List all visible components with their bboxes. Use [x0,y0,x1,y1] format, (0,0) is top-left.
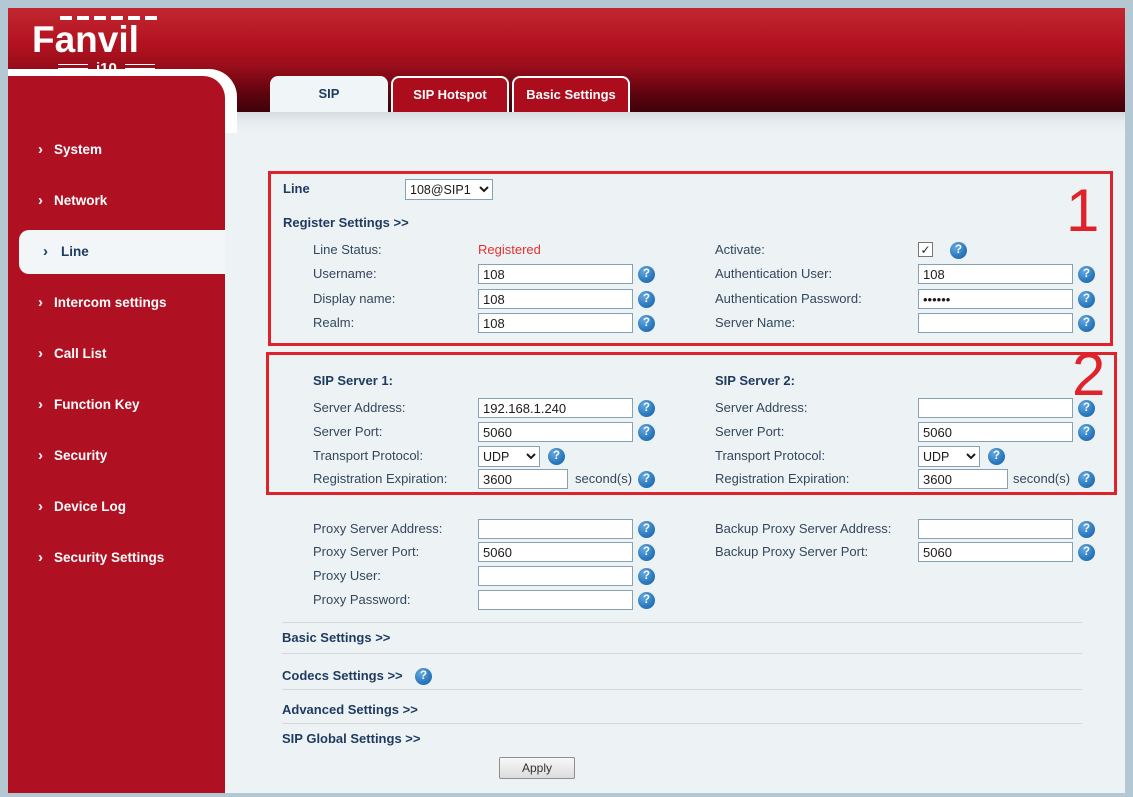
advanced-settings-section-title[interactable]: Advanced Settings >> [282,699,418,721]
section-divider [282,723,1082,724]
sidebar-item-security-settings[interactable]: › Security Settings [8,536,225,580]
sidebar-item-device-log[interactable]: › Device Log [8,485,225,529]
sip-global-settings-section-title[interactable]: SIP Global Settings >> [282,728,420,750]
help-icon[interactable]: ? [1078,544,1095,561]
section-divider [282,653,1082,654]
sidebar-item-line[interactable]: › Line [19,230,225,274]
annotation-number-2: 2 [1072,341,1106,408]
proxy-port-input[interactable] [478,542,633,562]
help-icon[interactable]: ? [638,568,655,585]
sidebar-item-intercom-settings[interactable]: › Intercom settings [8,281,225,325]
help-icon[interactable]: ? [638,544,655,561]
chevron-right-icon: › [38,141,43,158]
backup-proxy-address-input[interactable] [918,519,1073,539]
help-icon[interactable]: ? [415,668,432,685]
proxy-password-input[interactable] [478,590,633,610]
backup-proxy-port-label: Backup Proxy Server Port: [715,544,869,559]
section-divider [282,689,1082,690]
chevron-right-icon: › [38,498,43,515]
proxy-password-label: Proxy Password: [313,592,411,607]
apply-button[interactable]: Apply [499,757,575,779]
fanvil-logo: Fanvil i10 [32,16,157,77]
proxy-user-label: Proxy User: [313,568,381,583]
chevron-right-icon: › [43,243,48,260]
help-icon[interactable]: ? [1078,521,1095,538]
annotation-box-1 [268,171,1113,346]
tab-sip-hotspot[interactable]: SIP Hotspot [391,76,509,112]
sidebar-item-security[interactable]: › Security [8,434,225,478]
fanvil-web-config-window: Fanvil i10 SIP SIP Hotspot Basic Setting… [8,8,1125,793]
chevron-right-icon: › [38,345,43,362]
chevron-right-icon: › [38,549,43,566]
proxy-address-label: Proxy Server Address: [313,521,443,536]
backup-proxy-port-input[interactable] [918,542,1073,562]
chevron-right-icon: › [38,294,43,311]
sidebar-item-system[interactable]: › System [8,128,225,172]
logo-brand-text: Fanvil [32,19,139,60]
sidebar-nav: › System › Network › Line › Intercom set… [8,76,225,793]
chevron-right-icon: › [38,192,43,209]
chevron-right-icon: › [38,447,43,464]
help-icon[interactable]: ? [638,521,655,538]
chevron-right-icon: › [38,396,43,413]
backup-proxy-address-label: Backup Proxy Server Address: [715,521,892,536]
help-icon[interactable]: ? [638,592,655,609]
basic-settings-section-title[interactable]: Basic Settings >> [282,627,390,649]
tab-bar: SIP SIP Hotspot Basic Settings [270,76,630,112]
proxy-port-label: Proxy Server Port: [313,544,420,559]
tab-basic-settings[interactable]: Basic Settings [512,76,630,112]
annotation-number-1: 1 [1066,177,1100,244]
sidebar-item-network[interactable]: › Network [8,179,225,223]
sidebar-item-function-key[interactable]: › Function Key [8,383,225,427]
sidebar-item-call-list[interactable]: › Call List [8,332,225,376]
tab-sip[interactable]: SIP [270,76,388,112]
codecs-settings-section-title[interactable]: Codecs Settings >> [282,665,403,687]
annotation-box-2 [266,352,1117,495]
proxy-address-input[interactable] [478,519,633,539]
section-divider [282,622,1082,623]
proxy-user-input[interactable] [478,566,633,586]
